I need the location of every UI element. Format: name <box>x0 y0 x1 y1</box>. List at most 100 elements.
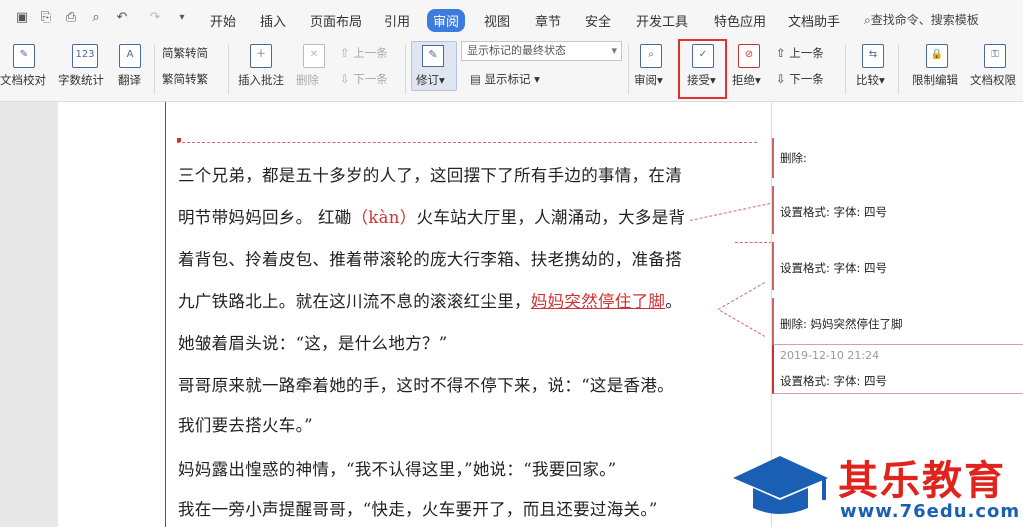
proofread-icon: ✎ <box>13 44 35 68</box>
doc-permission-button[interactable]: ⚿ 文档权限 <box>968 38 1022 102</box>
prev-change-icon: ⇧ <box>776 46 790 60</box>
revision-balloon[interactable]: 设置格式: 字体: 四号 <box>772 242 1023 290</box>
revision-balloon[interactable]: 删除: 妈妈突然停住了脚 <box>772 298 1023 346</box>
trad-label: 繁转简 <box>173 46 209 60</box>
next-comment-label: 下一条 <box>353 72 388 86</box>
delete-label: 删除 <box>296 73 319 87</box>
print-preview-icon[interactable]: ⌕ <box>88 10 104 26</box>
tab-references[interactable]: 引用 <box>384 11 410 30</box>
separator <box>845 44 846 94</box>
tab-chapter[interactable]: 章节 <box>535 11 561 30</box>
proofread-button[interactable]: ✎ 文档校对 <box>0 38 50 102</box>
translate-icon: A <box>119 44 141 68</box>
paragraph-line[interactable]: 我们要去搭火车。” <box>178 412 313 436</box>
format-painter-icon[interactable]: ⎘ <box>38 10 54 26</box>
revision-connector <box>177 142 757 143</box>
accept-highlight-box <box>678 39 727 99</box>
tab-doc-assistant[interactable]: 文档助手 <box>788 11 840 30</box>
proofread-label: 文档校对 <box>0 73 46 87</box>
review-pane-icon: ⌕ <box>640 44 662 68</box>
tab-security[interactable]: 安全 <box>585 11 611 30</box>
reject-icon: ⊘ <box>738 44 760 68</box>
show-markup-icon: ▤ <box>470 72 485 86</box>
page-margin-line <box>165 102 166 527</box>
review-button[interactable]: ⌕ 审阅▾ <box>632 38 672 102</box>
separator <box>405 44 406 94</box>
paragraph-line[interactable]: 我在一旁小声提醒哥哥，“快走，火车要开了，而且还要过海关。” <box>178 496 658 520</box>
ribbon-toolbar: ✎ 文档校对 123 字数统计 A 翻译 简繁转简 繁简转繁 ＋ 插入批注 ✕ … <box>0 38 1023 102</box>
reject-label: 拒绝▾ <box>732 73 761 87</box>
show-markup-button[interactable]: ▤ 显示标记 ▾ <box>470 71 540 87</box>
tab-developer[interactable]: 开发工具 <box>636 11 688 30</box>
trad-to-simp-button[interactable]: 简繁转简 <box>162 45 208 61</box>
tab-view[interactable]: 视图 <box>484 11 510 30</box>
reject-button[interactable]: ⊘ 拒绝▾ <box>732 38 772 102</box>
translate-label: 翻译 <box>118 73 141 87</box>
separator <box>898 44 899 94</box>
balloon-text: 设置格式: 字体: 四号 <box>780 205 888 219</box>
redo-icon[interactable]: ↷ <box>147 10 163 26</box>
tab-home[interactable]: 开始 <box>210 11 236 30</box>
revision-balloon[interactable]: 删除: <box>772 138 1023 178</box>
markup-status-select[interactable]: 显示标记的最终状态 <box>461 41 622 61</box>
paragraph-line[interactable]: 她皱着眉头说：“这，是什么地方？” <box>178 330 447 354</box>
simp-label: 简转繁 <box>173 72 209 86</box>
wordcount-button[interactable]: 123 字数统计 <box>58 38 110 102</box>
delete-comment-button[interactable]: ✕ 删除 <box>294 38 334 102</box>
prev-change-label: 上一条 <box>789 46 824 60</box>
insert-comment-icon: ＋ <box>250 44 272 68</box>
line-text: 九广铁路北上。就在这川流不息的滚滚红尘里， <box>178 292 531 311</box>
line-text: 明节带妈妈回乡。 红磡 <box>178 208 352 227</box>
watermark-logo: 其乐教育 www.76edu.com <box>728 448 1023 527</box>
simp-icon: 繁 <box>162 72 174 86</box>
balloon-text: 设置格式: 字体: 四号 <box>780 374 888 388</box>
markup-status-value: 显示标记的最终状态 <box>467 44 566 57</box>
paragraph-line[interactable]: 九广铁路北上。就在这川流不息的滚滚红尘里，妈妈突然停住了脚。 <box>178 288 682 312</box>
lock-icon: 🔒 <box>926 44 948 68</box>
tab-layout[interactable]: 页面布局 <box>310 11 362 30</box>
compare-icon: ⇆ <box>862 44 884 68</box>
simp-to-trad-button[interactable]: 繁简转繁 <box>162 71 208 87</box>
balloon-timestamp: 2019-12-10 21:24 <box>780 349 880 362</box>
balloon-text: 删除: <box>780 151 807 165</box>
paragraph-line[interactable]: 明节带妈妈回乡。 红磡（kàn）火车站大厅里，人潮涌动，大多是背 <box>178 204 685 228</box>
prev-comment-button[interactable]: ⇧ 上一条 <box>340 45 388 61</box>
paragraph-line[interactable]: 着背包、拎着皮包、推着带滚轮的庞大行李箱、扶老携幼的，准备搭 <box>178 246 682 270</box>
permission-icon: ⚿ <box>984 44 1006 68</box>
tab-review[interactable]: 审阅 <box>427 9 466 32</box>
tab-insert[interactable]: 插入 <box>260 11 286 30</box>
command-search[interactable]: ⌕查找命令、搜索模板 <box>864 11 979 28</box>
watermark-name: 其乐教育 <box>838 458 1006 504</box>
watermark-url: www.76edu.com <box>840 501 1021 522</box>
review-label: 审阅▾ <box>634 73 663 87</box>
print-icon[interactable]: ⎙ <box>63 10 79 26</box>
paragraph-line[interactable]: 三个兄弟，都是五十多岁的人了，这回摆下了所有手边的事情，在清 <box>178 162 682 186</box>
paragraph-line[interactable]: 妈妈露出惶惑的神情，“我不认得这里，”她说：“我要回家。” <box>178 456 616 480</box>
track-changes-button[interactable]: ✎ 修订▾ <box>411 41 457 91</box>
revision-connector <box>735 242 772 243</box>
compare-label: 比较▾ <box>856 73 885 87</box>
delete-comment-icon: ✕ <box>303 44 325 68</box>
translate-button[interactable]: A 翻译 <box>115 38 147 102</box>
tab-features[interactable]: 特色应用 <box>714 11 766 30</box>
customize-dropdown-icon[interactable]: ▾ <box>174 10 190 26</box>
separator <box>628 44 629 94</box>
wordcount-label: 字数统计 <box>58 73 104 87</box>
save-icon[interactable]: ▣ <box>14 10 30 26</box>
inserted-text: （kàn） <box>351 208 417 227</box>
undo-icon[interactable]: ↶ <box>114 10 130 26</box>
prev-change-button[interactable]: ⇧ 上一条 <box>776 45 824 61</box>
graduation-cap-icon <box>733 456 828 514</box>
next-comment-button[interactable]: ⇩ 下一条 <box>340 71 388 87</box>
revision-balloon-selected[interactable]: 2019-12-10 21:24 设置格式: 字体: 四号 <box>772 344 1023 394</box>
next-comment-icon: ⇩ <box>340 72 354 86</box>
restrict-editing-button[interactable]: 🔒 限制编辑 <box>910 38 964 102</box>
prev-comment-label: 上一条 <box>353 46 388 60</box>
track-changes-icon: ✎ <box>422 45 444 67</box>
wordcount-icon: 123 <box>72 44 98 68</box>
compare-button[interactable]: ⇆ 比较▾ <box>853 38 893 102</box>
insert-comment-button[interactable]: ＋ 插入批注 <box>236 38 288 102</box>
revision-balloon[interactable]: 设置格式: 字体: 四号 <box>772 186 1023 234</box>
paragraph-line[interactable]: 哥哥原来就一路牵着她的手，这时不得不停下来，说：“这是香港。 <box>178 372 674 396</box>
next-change-button[interactable]: ⇩ 下一条 <box>776 71 824 87</box>
